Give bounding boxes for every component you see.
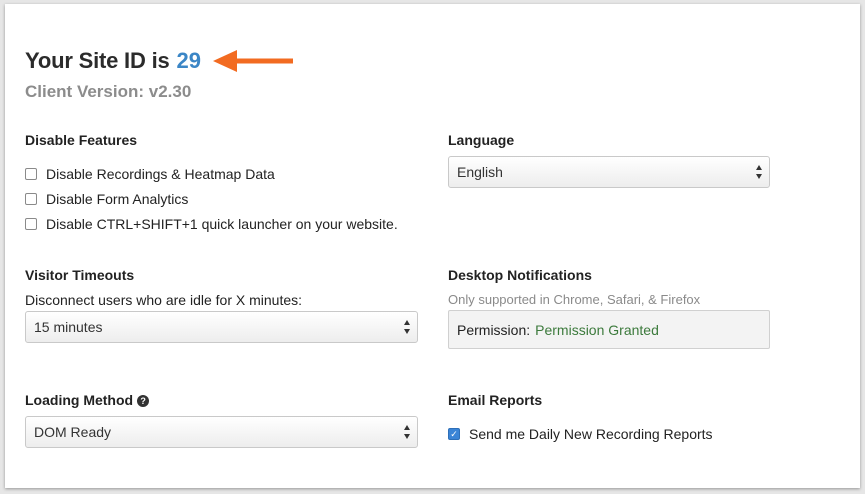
language-selected-value: English: [457, 164, 503, 180]
language-title: Language: [448, 132, 515, 148]
site-id-value: 29: [176, 48, 201, 73]
disable-recordings-checkbox[interactable]: [25, 168, 37, 180]
loading-method-selected-value: DOM Ready: [34, 424, 112, 440]
daily-reports-checkbox[interactable]: ✓: [448, 428, 460, 440]
loading-method-label: Loading Method: [25, 392, 134, 408]
checkbox-label: Disable CTRL+SHIFT+1 quick launcher on y…: [46, 216, 398, 232]
checkbox-label: Send me Daily New Recording Reports: [469, 426, 713, 442]
question-circle-icon[interactable]: ?: [137, 395, 150, 407]
language-select[interactable]: English: [448, 156, 770, 188]
site-title: Your Site ID is: [25, 48, 170, 73]
permission-value: Permission Granted: [535, 321, 659, 338]
disable-quick-launcher-checkbox[interactable]: [25, 218, 37, 230]
desktop-notifications-note: Only supported in Chrome, Safari, & Fire…: [448, 292, 701, 307]
loading-method-title: Loading Method?: [25, 392, 150, 408]
settings-panel: Your Site ID is 29 Client Version: v2.30…: [5, 4, 860, 488]
permission-label: Permission:: [457, 321, 531, 338]
disable-quick-launcher-option[interactable]: Disable CTRL+SHIFT+1 quick launcher on y…: [25, 216, 398, 232]
checkbox-label: Disable Recordings & Heatmap Data: [46, 166, 275, 182]
loading-method-select[interactable]: DOM Ready: [25, 416, 418, 448]
email-reports-title: Email Reports: [448, 392, 543, 408]
arrow-left-icon: [213, 50, 293, 72]
disable-form-analytics-checkbox[interactable]: [25, 193, 37, 205]
disable-recordings-option[interactable]: Disable Recordings & Heatmap Data: [25, 166, 275, 182]
site-id-header: Your Site ID is 29: [25, 44, 295, 78]
visitor-timeouts-description: Disconnect users who are idle for X minu…: [25, 292, 303, 308]
daily-reports-option[interactable]: ✓ Send me Daily New Recording Reports: [448, 426, 713, 442]
client-version: Client Version: v2.30: [25, 82, 192, 101]
checkbox-label: Disable Form Analytics: [46, 191, 189, 207]
select-arrows-icon: [403, 320, 411, 334]
desktop-notifications-title: Desktop Notifications: [448, 267, 592, 283]
select-arrows-icon: [403, 425, 411, 439]
timeout-selected-value: 15 minutes: [34, 319, 103, 335]
disable-features-title: Disable Features: [25, 132, 138, 148]
visitor-timeouts-title: Visitor Timeouts: [25, 267, 135, 283]
permission-status-box: Permission: Permission Granted: [448, 310, 770, 349]
select-arrows-icon: [755, 165, 763, 179]
disable-form-analytics-option[interactable]: Disable Form Analytics: [25, 191, 188, 207]
visitor-timeout-select[interactable]: 15 minutes: [25, 311, 418, 343]
